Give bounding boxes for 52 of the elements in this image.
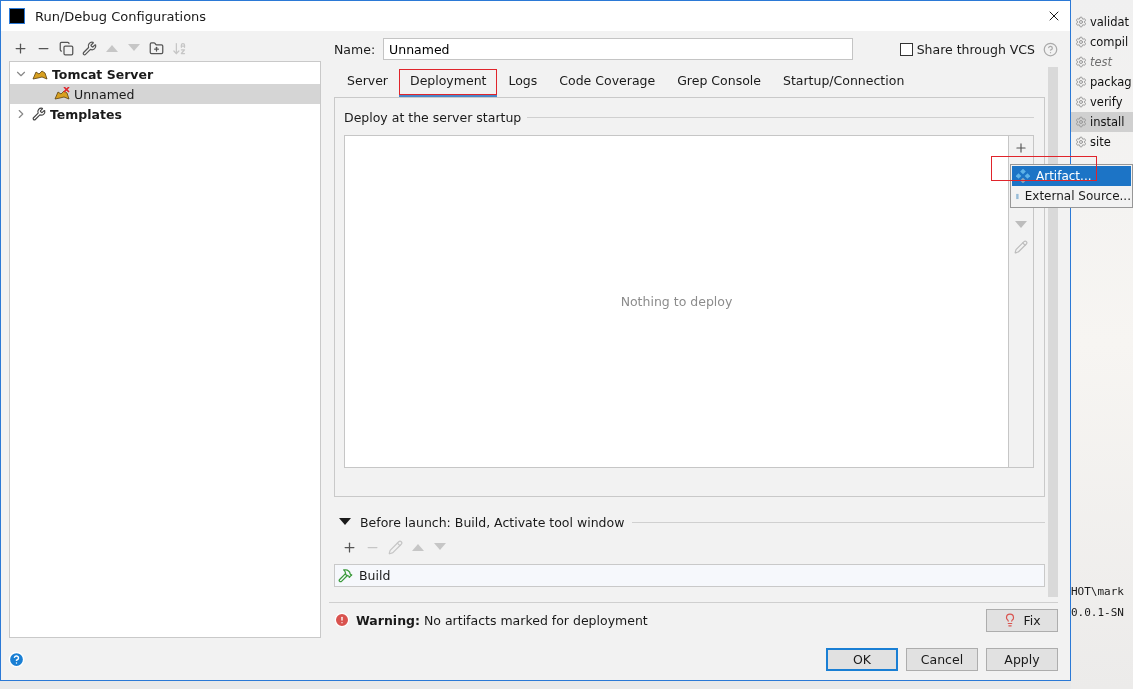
gear-icon xyxy=(1075,36,1087,48)
dialog-button[interactable]: Cancel xyxy=(906,647,978,671)
empty-text: Nothing to deploy xyxy=(620,294,733,309)
wrench-icon[interactable] xyxy=(82,40,97,56)
gear-icon xyxy=(1075,96,1087,108)
add-icon[interactable] xyxy=(342,539,357,555)
goal-item[interactable]: verify xyxy=(1071,92,1133,112)
section-title: Deploy at the server startup xyxy=(344,110,522,125)
console-line: HOT\mark xyxy=(1071,585,1125,598)
task-row[interactable]: Build xyxy=(334,564,1045,587)
error-icon xyxy=(334,612,350,628)
gear-icon xyxy=(1075,136,1087,148)
help-icon[interactable] xyxy=(1043,41,1058,57)
goal-item[interactable]: validat xyxy=(1071,12,1133,32)
dialog-button[interactable]: Apply xyxy=(986,647,1058,671)
task-label: Build xyxy=(359,568,391,583)
tab[interactable]: Grep Console xyxy=(666,67,772,97)
goal-item[interactable]: site xyxy=(1071,132,1133,152)
tomcat-error-icon xyxy=(54,87,70,101)
section-title: Before launch: Build, Activate tool window xyxy=(360,515,625,530)
menu-item[interactable]: Artifact... xyxy=(1012,166,1131,186)
gear-icon xyxy=(1075,76,1087,88)
tree-item[interactable]: Unnamed xyxy=(10,84,320,104)
menu-item[interactable]: External Source... xyxy=(1012,186,1131,206)
tab[interactable]: Server xyxy=(336,67,399,97)
window-title: Run/Debug Configurations xyxy=(35,8,208,24)
gear-icon xyxy=(1075,16,1087,28)
tree-item[interactable]: Templates xyxy=(10,104,320,124)
wrench-icon xyxy=(32,107,46,121)
artifact-icon xyxy=(1016,169,1030,183)
tab[interactable]: Startup/Connection xyxy=(771,67,916,97)
warning-text: Warning: No artifacts marked for deployment xyxy=(356,612,648,628)
goal-item[interactable]: packag xyxy=(1071,72,1133,92)
goal-item[interactable]: compil xyxy=(1071,32,1133,52)
gear-icon xyxy=(1075,116,1087,128)
dialog-button[interactable]: OK xyxy=(826,647,898,671)
add-icon[interactable] xyxy=(13,40,28,56)
folder-plus-icon[interactable] xyxy=(149,40,164,56)
share-checkbox[interactable]: Share through VCS xyxy=(899,41,1035,57)
tree-item[interactable]: Tomcat Server xyxy=(10,64,320,84)
gear-icon xyxy=(1075,56,1087,68)
copy-icon[interactable] xyxy=(59,40,74,56)
goal-item[interactable]: install xyxy=(1071,112,1133,132)
tab[interactable]: Deployment xyxy=(399,67,498,97)
hammer-icon xyxy=(338,568,353,583)
tab[interactable]: Code Coverage xyxy=(548,67,667,97)
name-label: Name: xyxy=(334,41,376,57)
tab[interactable]: Logs xyxy=(497,67,549,97)
name-field[interactable]: Unnamed xyxy=(383,38,854,60)
console-line: 0.0.1-SN xyxy=(1071,606,1125,619)
fix-button[interactable]: Fix xyxy=(986,608,1058,632)
app-logo xyxy=(9,8,25,24)
